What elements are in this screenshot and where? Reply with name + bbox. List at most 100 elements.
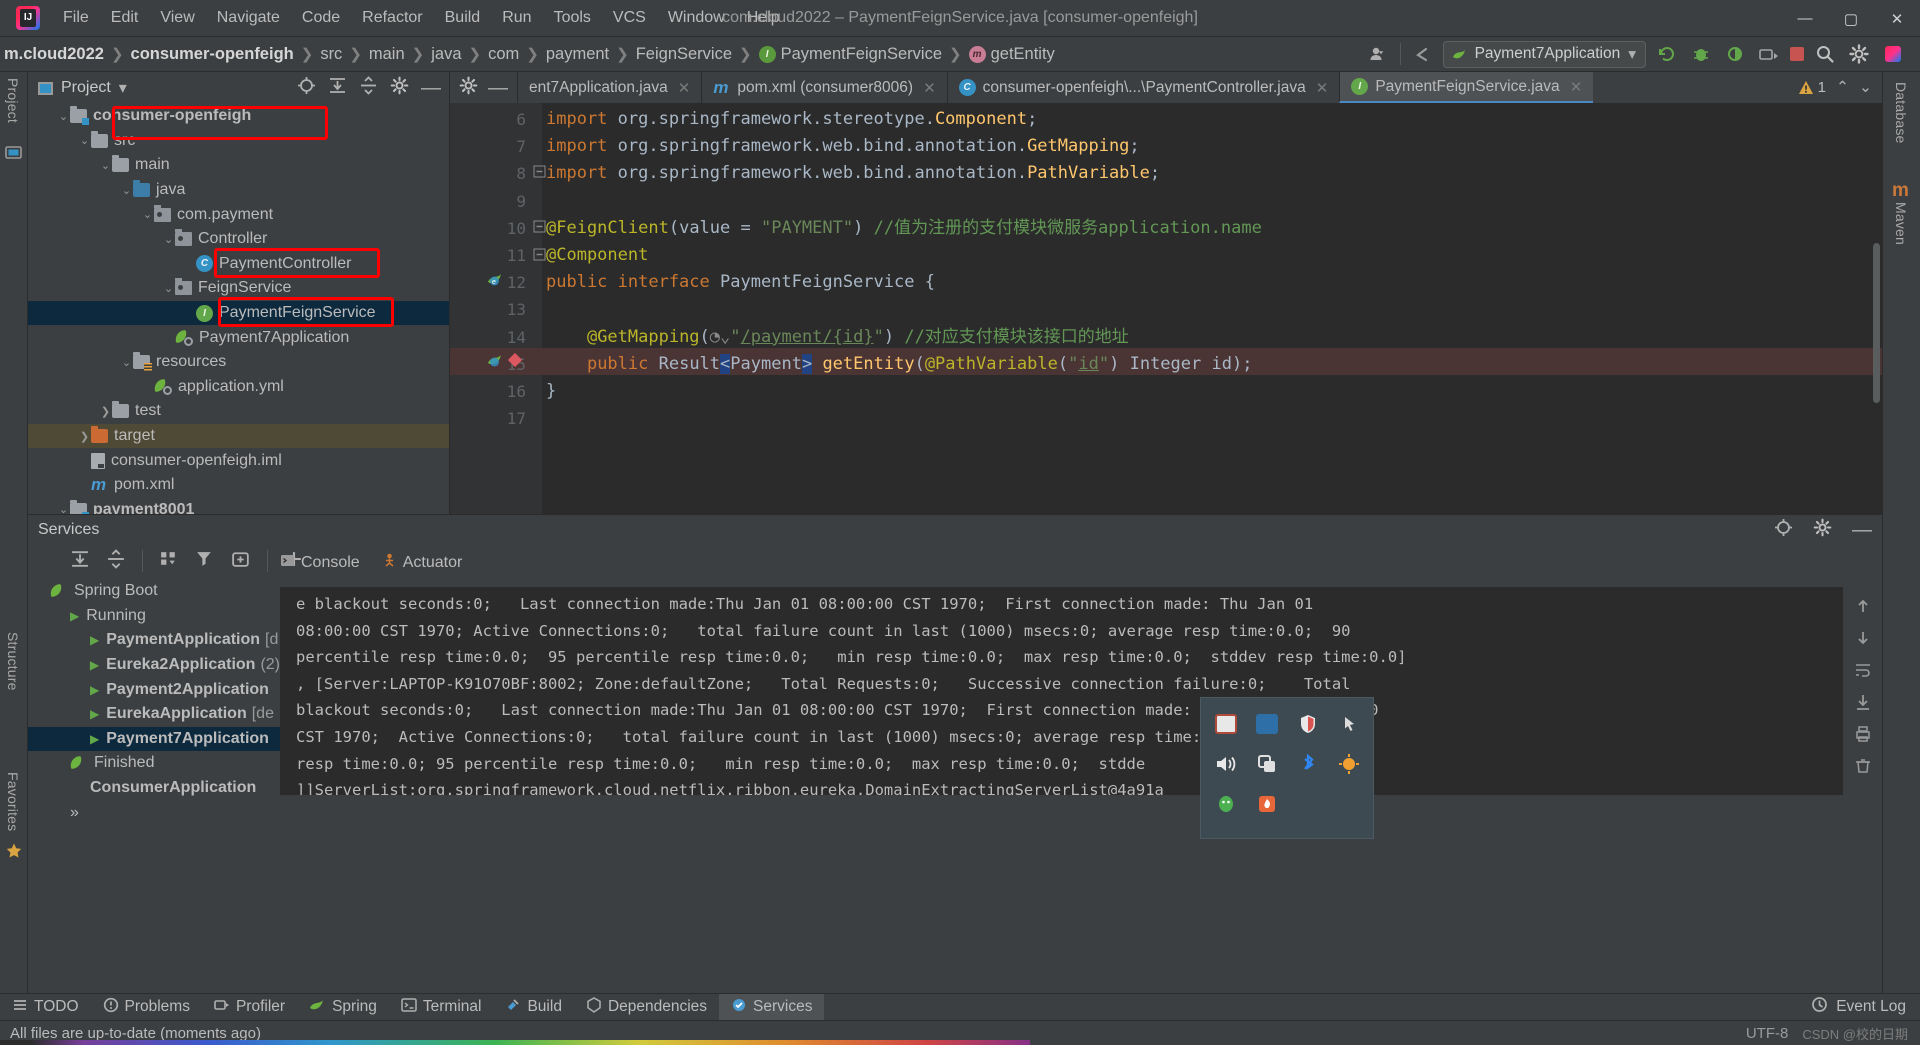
collapse-all-icon[interactable] [359,76,378,100]
tree-row[interactable]: ⌄ com.payment [28,202,449,227]
stop-button[interactable] [1790,47,1804,61]
chevron-down-icon[interactable]: ⌄ [120,356,133,369]
fold-marker-line8[interactable] [533,165,546,183]
tree-row[interactable]: ⌄ src [28,129,449,154]
run-triangle-icon[interactable]: ▶ [90,707,99,721]
breadcrumb-item-8[interactable]: I PaymentFeignService [758,45,942,64]
filter-icon[interactable] [195,549,215,574]
chevron-down-icon[interactable]: ⌄ [99,159,112,172]
breakpoint-marker-icon[interactable] [507,352,523,373]
editor-tab[interactable]: ent7Application.java ✕ [517,72,701,103]
panel-settings-icon[interactable] [390,76,409,100]
chevron-right-icon[interactable]: ❯ [99,405,112,418]
services-locate-icon[interactable] [1774,518,1793,542]
close-icon[interactable]: ✕ [1570,78,1583,96]
tree-row[interactable]: ❯ target [28,423,449,449]
chevron-down-icon[interactable]: ▾ [119,78,127,98]
coverage-icon[interactable] [1722,41,1748,67]
editor-tab[interactable]: I PaymentFeignService.java ✕ [1339,72,1594,103]
chevron-down-icon[interactable]: ⌄ [162,282,175,295]
search-icon[interactable] [1812,41,1838,67]
user-icon[interactable] [1366,41,1392,67]
chevron-down-icon[interactable]: ⌄ [78,134,91,147]
ide-icon[interactable] [1880,41,1906,67]
editor-scrollbar[interactable] [1873,243,1880,403]
tree-row[interactable]: consumer-openfeigh.iml [28,448,449,473]
bottom-tab-dependencies[interactable]: Dependencies [574,994,719,1021]
chevron-down-icon[interactable]: ⌄ [141,208,154,221]
locate-icon[interactable] [297,76,316,100]
services-tree-row[interactable]: ▶ Payment7Application [28,726,280,752]
project-tree[interactable]: ⌄ consumer-openfeigh ⌄ src ⌄ main ⌄ java ⌄ c… [28,104,449,522]
breadcrumb-item-9[interactable]: m getEntity [968,45,1055,64]
settings-icon[interactable] [1846,41,1872,67]
menu-item-code[interactable]: Code [291,5,351,31]
tree-row[interactable]: I PaymentFeignService [28,300,449,326]
menu-item-refactor[interactable]: Refactor [351,5,433,31]
star-icon[interactable] [5,842,23,860]
menu-item-view[interactable]: View [149,5,205,31]
run-triangle-icon[interactable]: ▶ [90,658,99,672]
services-tree-row[interactable]: Finished [28,751,280,776]
menu-item-window[interactable]: Window [657,5,736,31]
bottom-tab-todo[interactable]: TODO [0,994,91,1021]
scroll-to-end-icon[interactable] [1850,689,1876,715]
chevron-down-icon[interactable]: ⌄ [162,233,175,246]
spring-bean-gutter-icon-line15[interactable] [486,351,504,374]
tree-row[interactable]: ⌄ resources [28,350,449,375]
stripe-database[interactable]: Database [1893,82,1909,144]
menu-item-edit[interactable]: Edit [100,5,150,31]
weather-icon[interactable] [1328,744,1369,784]
breadcrumb-item-5[interactable]: com [488,45,519,64]
services-tree-row[interactable]: ▶ Payment2Application [28,677,280,702]
tree-row[interactable]: ⌄ main [28,153,449,178]
services-hide-icon[interactable]: — [1852,520,1872,540]
nav-down-icon[interactable]: ⌄ [1859,78,1872,97]
bottom-tab-services[interactable]: Services [719,993,825,1021]
services-tree-row[interactable]: ▶ EurekaApplication [de [28,702,280,727]
stripe-favorites[interactable]: Favorites [5,772,21,831]
expand-all-icon[interactable] [328,76,347,100]
services-tree-row[interactable]: ▶ Running [28,604,280,629]
tree-row[interactable]: C PaymentController [28,252,449,277]
system-tray-popup[interactable] [1200,697,1374,839]
editor-settings-icon[interactable] [459,76,478,100]
encoding-label[interactable]: UTF-8 [1746,1025,1789,1042]
services-tree-row[interactable]: ▶ PaymentApplication [d [28,628,280,653]
tree-row[interactable]: ⌄ java [28,178,449,203]
minimize-button[interactable]: — [1782,0,1828,37]
back-arrow-icon[interactable] [1409,41,1435,67]
bottom-tabs[interactable]: TODO Problems Profiler Spring Terminal Build D… [0,993,825,1021]
run-triangle-icon[interactable]: ▶ [70,609,79,623]
print-icon[interactable] [1850,721,1876,747]
event-log-label[interactable]: Event Log [1836,998,1906,1016]
translate-icon[interactable] [1246,704,1287,744]
add-tab-icon[interactable] [231,549,251,574]
scroll-up-icon[interactable] [1850,593,1876,619]
breadcrumb-item-6[interactable]: payment [546,45,609,64]
services-tree-row[interactable]: Spring Boot [28,579,280,604]
console-tab[interactable]: Actuator [382,553,462,573]
console-tab-bar[interactable]: Console Actuator [280,553,462,573]
source-code[interactable]: import org.springframework.stereotype.Co… [546,103,1882,514]
bottom-tab-profiler[interactable]: Profiler [202,994,297,1021]
menu-item-build[interactable]: Build [434,5,492,31]
scroll-down-icon[interactable] [1850,625,1876,651]
tree-row[interactable]: ⌄ FeignService [28,276,449,301]
tree-row[interactable]: ❯ test [28,399,449,424]
fold-marker-line10[interactable] [533,220,546,238]
soft-wrap-icon[interactable] [1850,657,1876,683]
menu-item-help[interactable]: Help [736,5,791,31]
shield-icon[interactable] [1287,704,1328,744]
tree-row[interactable]: ⌄ consumer-openfeigh [28,104,449,129]
maximize-button[interactable]: ▢ [1828,0,1874,37]
breadcrumb-item-1[interactable]: consumer-openfeigh [131,45,294,64]
hide-panel-icon[interactable]: — [421,78,441,98]
breadcrumb-item-7[interactable]: FeignService [636,45,732,64]
services-tree[interactable]: Spring Boot ▶ Running ▶ PaymentApplication [d… [28,577,280,821]
expand-all-icon[interactable] [70,549,90,574]
close-button[interactable]: ✕ [1874,0,1920,37]
stripe-structure[interactable]: Structure [5,632,21,691]
editor-tab[interactable]: m pom.xml (consumer8006) ✕ [701,72,946,103]
console-tab[interactable]: Console [280,553,360,573]
